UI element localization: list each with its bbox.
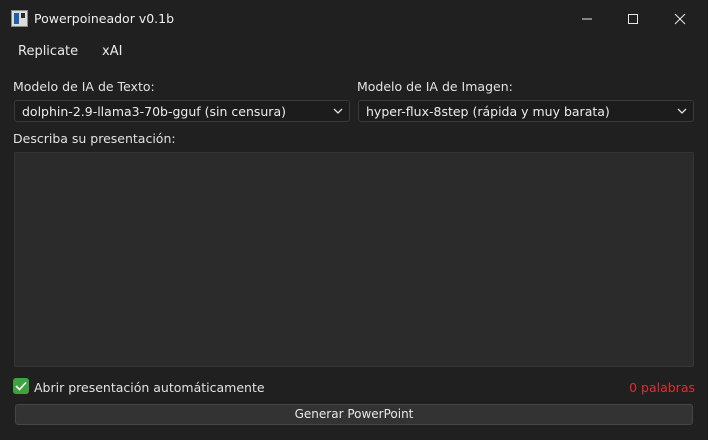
checkmark-icon: [15, 381, 27, 391]
chevron-down-icon: [333, 108, 343, 114]
menu-item-xai[interactable]: xAI: [102, 44, 122, 59]
image-model-select[interactable]: hyper-flux-8step (rápida y muy barata): [358, 100, 694, 122]
image-model-selected-value: hyper-flux-8step (rápida y muy barata): [366, 104, 610, 119]
maximize-button[interactable]: [610, 0, 656, 38]
auto-open-label[interactable]: Abrir presentación automáticamente: [34, 380, 265, 395]
title-bar: Powerpoineador v0.1b: [0, 0, 708, 38]
menu-bar: Replicate xAI: [0, 40, 708, 64]
text-model-select[interactable]: dolphin-2.9-llama3-70b-gguf (sin censura…: [14, 100, 350, 122]
auto-open-checkbox[interactable]: [13, 378, 29, 394]
text-model-selected-value: dolphin-2.9-llama3-70b-gguf (sin censura…: [22, 104, 286, 119]
description-label: Describa su presentación:: [13, 131, 176, 146]
app-icon: [11, 10, 28, 27]
text-model-label: Modelo de IA de Texto:: [13, 79, 155, 94]
menu-item-replicate[interactable]: Replicate: [18, 44, 78, 59]
window-title: Powerpoineador v0.1b: [34, 11, 175, 26]
close-button[interactable]: [657, 0, 703, 38]
maximize-icon: [628, 14, 638, 24]
description-textarea[interactable]: [14, 152, 694, 367]
minimize-icon: [582, 18, 592, 20]
chevron-down-icon: [677, 108, 687, 114]
image-model-label: Modelo de IA de Imagen:: [357, 79, 513, 94]
minimize-button[interactable]: [564, 0, 610, 38]
close-icon: [674, 13, 686, 25]
generate-powerpoint-button[interactable]: Generar PowerPoint: [15, 404, 693, 425]
word-count: 0 palabras: [629, 380, 695, 395]
